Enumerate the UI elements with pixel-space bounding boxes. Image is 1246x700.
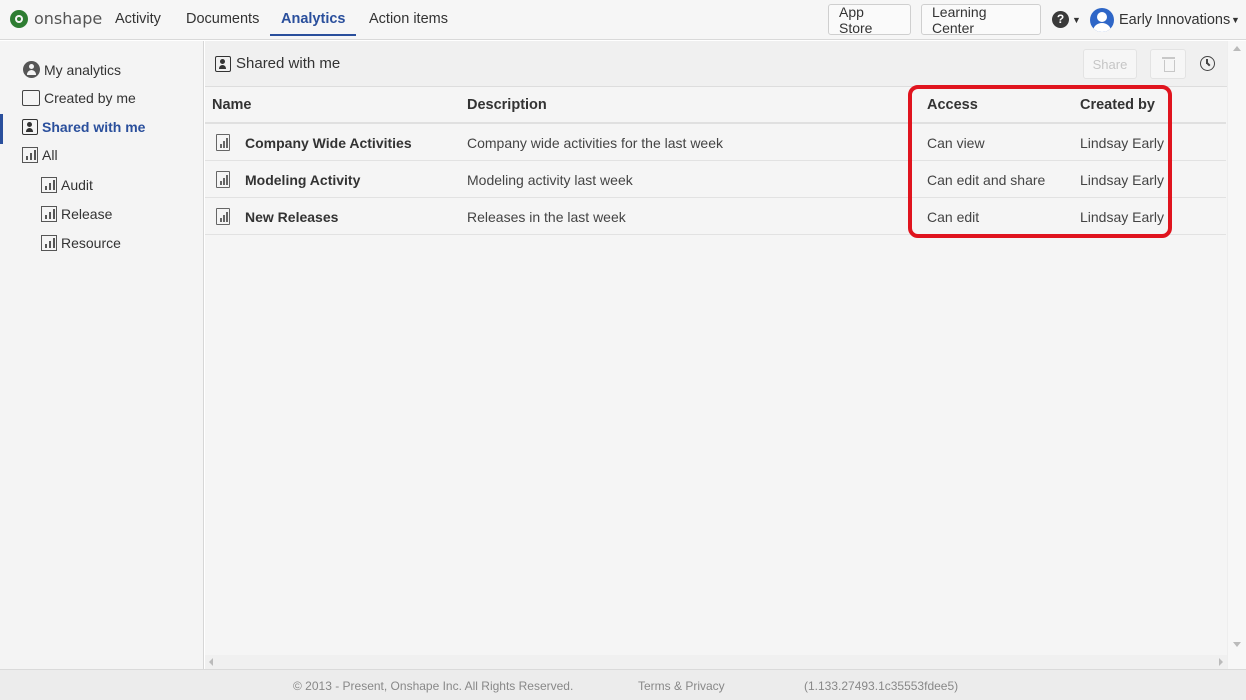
share-button[interactable]: Share (1083, 49, 1137, 79)
report-icon (41, 177, 57, 193)
footer: © 2013 - Present, Onshape Inc. All Right… (0, 669, 1246, 700)
terms-privacy-link[interactable]: Terms & Privacy (638, 679, 725, 693)
report-icon (216, 134, 230, 151)
sidebar-item-shared-with-me[interactable]: Shared with me (22, 119, 145, 135)
row-created-by: Lindsay Early (1080, 209, 1165, 225)
sidebar-item-label: Shared with me (42, 119, 146, 135)
sidebar-item-label: Release (61, 206, 113, 222)
report-icon (216, 208, 230, 225)
row-name[interactable]: Modeling Activity (245, 172, 360, 188)
sidebar-item-all[interactable]: All (22, 147, 58, 163)
report-icon (41, 235, 57, 251)
shared-icon (22, 119, 38, 135)
onshape-logo[interactable]: onshape (10, 9, 102, 28)
column-header-access[interactable]: Access (927, 97, 978, 113)
table-row[interactable]: Company Wide Activities Company wide act… (205, 124, 1226, 161)
nav-analytics[interactable]: Analytics (281, 11, 345, 27)
sidebar-item-label: All (42, 147, 58, 163)
row-created-by: Lindsay Early (1080, 135, 1165, 151)
sidebar-item-label: Resource (61, 235, 121, 251)
account-menu-chevron-icon[interactable]: ▼ (1231, 15, 1240, 25)
sidebar-item-label: My analytics (44, 61, 122, 78)
row-access: Can edit and share (927, 172, 1046, 188)
copyright-text: © 2013 - Present, Onshape Inc. All Right… (293, 679, 574, 693)
row-description: Company wide activities for the last wee… (467, 135, 723, 151)
help-icon[interactable]: ? (1052, 11, 1069, 28)
column-header-name[interactable]: Name (212, 97, 252, 113)
active-nav-underline (270, 34, 356, 36)
row-description: Releases in the last week (467, 209, 626, 225)
top-navigation: onshape Activity Documents Analytics Act… (0, 0, 1246, 40)
user-circle-icon (23, 61, 40, 78)
sidebar: My analytics Created by me Shared with m… (0, 41, 204, 669)
history-clock-icon[interactable] (1200, 56, 1215, 71)
scroll-up-icon[interactable] (1233, 46, 1241, 51)
shared-icon (215, 55, 231, 72)
table-header: Name Description Access Created by (205, 88, 1226, 124)
sidebar-item-label: Created by me (44, 90, 136, 106)
table-row[interactable]: Modeling Activity Modeling activity last… (205, 161, 1226, 198)
report-icon (216, 171, 230, 188)
report-icon (41, 206, 57, 222)
app-store-button[interactable]: App Store (828, 4, 911, 36)
table-row[interactable]: New Releases Releases in the last week C… (205, 198, 1226, 235)
active-sidebar-marker (0, 114, 3, 144)
main-header: Shared with me Share (205, 41, 1232, 87)
row-created-by: Lindsay Early (1080, 172, 1165, 188)
sidebar-item-my-analytics[interactable]: My analytics (23, 61, 121, 78)
document-icon (22, 90, 40, 106)
sidebar-item-audit[interactable]: Audit (41, 177, 93, 193)
vertical-scrollbar[interactable] (1227, 41, 1246, 669)
sidebar-item-label: Audit (61, 177, 93, 193)
onshape-logo-icon (10, 9, 28, 28)
report-icon (22, 147, 38, 163)
column-header-created-by[interactable]: Created by (1080, 97, 1155, 113)
company-name[interactable]: Early Innovations (1119, 12, 1230, 28)
row-name[interactable]: New Releases (245, 209, 338, 225)
version-text: (1.133.27493.1c35553fdee5) (804, 679, 959, 693)
nav-documents[interactable]: Documents (186, 11, 259, 27)
row-description: Modeling activity last week (467, 172, 633, 188)
sidebar-item-created-by-me[interactable]: Created by me (22, 90, 136, 106)
scroll-right-icon[interactable] (1219, 658, 1223, 666)
trash-icon[interactable] (1150, 49, 1186, 79)
main-panel: Shared with me Share Name Description Ac… (205, 41, 1246, 669)
sidebar-item-resource[interactable]: Resource (41, 235, 121, 251)
learning-center-button[interactable]: Learning Center (921, 4, 1041, 36)
page-title-text: Shared with me (236, 55, 341, 72)
nav-action-items[interactable]: Action items (369, 11, 448, 27)
horizontal-scrollbar[interactable] (205, 655, 1227, 669)
page-title: Shared with me (215, 55, 340, 72)
brand-name: onshape (34, 9, 103, 28)
row-name[interactable]: Company Wide Activities (245, 135, 412, 151)
help-menu-chevron-icon[interactable]: ▼ (1072, 15, 1081, 25)
row-access: Can view (927, 135, 985, 151)
row-access: Can edit (927, 209, 980, 225)
user-avatar-icon[interactable] (1090, 8, 1114, 32)
nav-activity[interactable]: Activity (115, 11, 161, 27)
sidebar-item-release[interactable]: Release (41, 206, 112, 222)
column-header-description[interactable]: Description (467, 97, 547, 113)
scroll-left-icon[interactable] (209, 658, 213, 666)
scroll-down-icon[interactable] (1233, 642, 1241, 647)
